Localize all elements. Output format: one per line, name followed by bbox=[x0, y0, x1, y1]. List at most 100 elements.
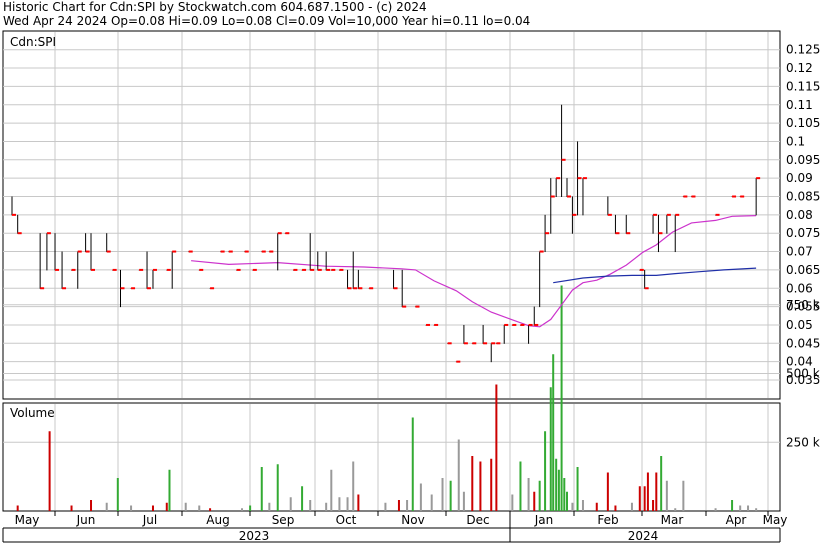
ohlc-bar bbox=[495, 342, 501, 345]
volume-bar bbox=[346, 497, 349, 511]
ohlc-bar bbox=[244, 250, 249, 253]
price-tick-label: 0.065 bbox=[786, 263, 820, 277]
volume-bar bbox=[90, 500, 93, 511]
month-label: Dec bbox=[466, 513, 489, 527]
ohlc-bar bbox=[301, 268, 307, 271]
price-tick-label: 0.08 bbox=[786, 208, 813, 222]
volume-bar bbox=[638, 486, 641, 511]
volume-bar bbox=[309, 500, 312, 511]
volume-tick-label: 250 k bbox=[786, 435, 820, 449]
volume-bar bbox=[449, 480, 452, 511]
volume-bar bbox=[655, 472, 658, 511]
volume-bar bbox=[130, 505, 133, 511]
volume-bar bbox=[357, 494, 360, 511]
price-legend: Cdn:SPI bbox=[10, 35, 56, 49]
volume-bar bbox=[560, 285, 563, 511]
volume-bar bbox=[301, 486, 304, 511]
ohlc-bar bbox=[368, 287, 374, 290]
volume-bar bbox=[260, 467, 263, 511]
year-label: 2023 bbox=[239, 529, 270, 543]
volume-bar bbox=[519, 461, 522, 511]
month-label: Sep bbox=[272, 513, 295, 527]
month-label: Mar bbox=[661, 513, 684, 527]
volume-bar bbox=[397, 500, 400, 511]
ohlc-bar bbox=[447, 342, 452, 345]
volume-bar bbox=[289, 497, 292, 511]
volume-bar bbox=[739, 505, 742, 511]
volume-bar bbox=[209, 508, 212, 511]
volume-bar bbox=[406, 500, 409, 511]
volume-bar bbox=[48, 431, 51, 511]
volume-bar bbox=[198, 505, 201, 511]
volume-bar bbox=[330, 469, 333, 511]
volume-bar bbox=[606, 472, 609, 511]
volume-bar bbox=[557, 469, 560, 511]
ohlc-bar bbox=[511, 323, 517, 326]
price-tick-label: 0.12 bbox=[786, 61, 813, 75]
month-label: Oct bbox=[336, 513, 357, 527]
volume-bar bbox=[495, 384, 498, 511]
volume-tick-label: 500 k bbox=[786, 367, 820, 381]
ohlc-bar bbox=[220, 250, 225, 253]
month-label: Jun bbox=[76, 513, 96, 527]
ohlc-bar bbox=[330, 268, 336, 271]
volume-bar bbox=[16, 505, 19, 511]
volume-bar bbox=[581, 500, 584, 511]
ohlc-bar bbox=[715, 213, 720, 216]
volume-bar bbox=[490, 458, 493, 511]
price-tick-label: 0.095 bbox=[786, 153, 820, 167]
price-tick-label: 0.085 bbox=[786, 190, 820, 204]
volume-bar bbox=[430, 494, 433, 511]
price-tick-label: 0.115 bbox=[786, 79, 820, 93]
volume-bar bbox=[643, 486, 646, 511]
volume-bar bbox=[552, 354, 555, 511]
volume-bar bbox=[441, 478, 444, 511]
month-label: May bbox=[763, 513, 788, 527]
volume-bar bbox=[595, 502, 598, 511]
volume-bar bbox=[168, 469, 171, 511]
price-tick-label: 0.06 bbox=[786, 281, 813, 295]
volume-bar bbox=[665, 480, 668, 511]
ohlc-bar bbox=[252, 268, 257, 271]
volume-bar bbox=[576, 467, 579, 511]
ohlc-bar bbox=[739, 195, 745, 198]
volume-bar bbox=[660, 456, 663, 511]
volume-bar bbox=[538, 480, 541, 511]
ohlc-bar bbox=[433, 323, 439, 326]
month-label: Nov bbox=[401, 513, 424, 527]
volume-bar bbox=[544, 431, 547, 511]
price-tick-label: 0.05 bbox=[786, 318, 813, 332]
year-label: 2024 bbox=[628, 529, 659, 543]
month-label: May bbox=[15, 513, 40, 527]
volume-bar bbox=[614, 505, 617, 511]
ohlc-bar bbox=[209, 287, 215, 290]
volume-bar bbox=[674, 508, 677, 511]
price-tick-label: 0.045 bbox=[786, 336, 820, 350]
ohlc-bar bbox=[425, 323, 431, 326]
ohlc-bar bbox=[682, 195, 688, 198]
ohlc-bar bbox=[268, 250, 274, 253]
volume-bar bbox=[249, 505, 252, 511]
ohlc-bar bbox=[198, 268, 204, 271]
volume-bar bbox=[419, 483, 422, 511]
volume-bar bbox=[549, 387, 552, 511]
chart-window: Historic Chart for Cdn:SPI by Stockwatch… bbox=[0, 0, 830, 543]
volume-bar bbox=[533, 491, 536, 511]
volume-bar bbox=[571, 502, 574, 511]
ohlc-bar bbox=[130, 287, 136, 290]
volume-bar bbox=[747, 505, 750, 511]
ohlc-bar bbox=[138, 268, 144, 271]
volume-bar bbox=[325, 502, 328, 511]
ohlc-bar bbox=[166, 268, 171, 271]
volume-bar bbox=[479, 461, 482, 511]
volume-bar bbox=[682, 480, 685, 511]
volume-bar bbox=[457, 439, 460, 511]
price-tick-label: 0.125 bbox=[786, 43, 820, 57]
ohlc-bar bbox=[731, 195, 737, 198]
month-label: Feb bbox=[597, 513, 618, 527]
volume-bar bbox=[563, 478, 566, 511]
ohlc-bar bbox=[228, 250, 233, 253]
ohlc-bar bbox=[261, 250, 266, 253]
volume-bar bbox=[338, 497, 341, 511]
ohlc-bar bbox=[471, 342, 477, 345]
